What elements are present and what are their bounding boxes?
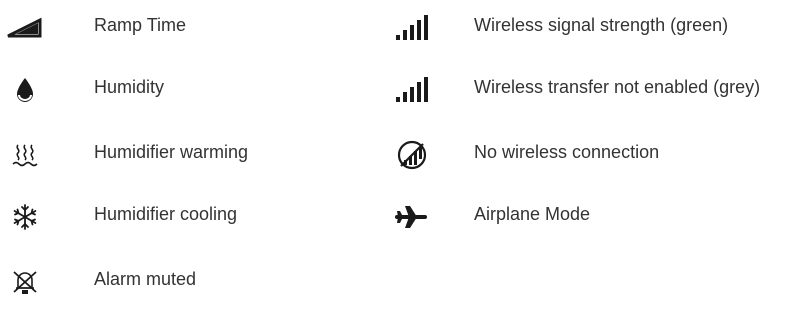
legend-item-humidifier-cooling: Humidifier cooling xyxy=(5,197,365,237)
legend-label: Humidifier warming xyxy=(94,142,249,162)
humidity-icon xyxy=(5,70,45,110)
legend-item-humidifier-warming: Humidifier warming xyxy=(5,135,365,175)
legend-label: Ramp Time xyxy=(94,15,187,35)
wireless-signal-icon xyxy=(392,8,432,48)
legend-label: Humidity xyxy=(94,77,165,97)
legend-label: Wireless signal strength (green) xyxy=(474,15,729,35)
airplane-icon xyxy=(392,197,432,237)
legend-label: Airplane Mode xyxy=(474,204,591,224)
alarm-muted-icon xyxy=(5,262,45,302)
legend-item-ramp-time: Ramp Time xyxy=(5,8,365,48)
legend-label: Humidifier cooling xyxy=(94,204,238,224)
humidifier-cooling-icon xyxy=(5,197,45,237)
legend-item-wireless-transfer-not-enabled: Wireless transfer not enabled (grey) xyxy=(392,70,792,110)
wireless-signal-icon xyxy=(392,70,432,110)
legend-item-alarm-muted: Alarm muted xyxy=(5,262,365,302)
legend-item-humidity: Humidity xyxy=(5,70,365,110)
legend-item-wireless-signal-strength: Wireless signal strength (green) xyxy=(392,8,792,48)
legend-label: Alarm muted xyxy=(94,269,197,289)
legend-item-no-wireless-connection: No wireless connection xyxy=(392,135,792,175)
legend-label: No wireless connection xyxy=(474,142,660,162)
ramp-time-icon xyxy=(5,8,45,48)
legend-label: Wireless transfer not enabled (grey) xyxy=(474,77,761,97)
no-wireless-connection-icon xyxy=(392,135,432,175)
humidifier-warming-icon xyxy=(5,135,45,175)
legend-item-airplane-mode: Airplane Mode xyxy=(392,197,792,237)
